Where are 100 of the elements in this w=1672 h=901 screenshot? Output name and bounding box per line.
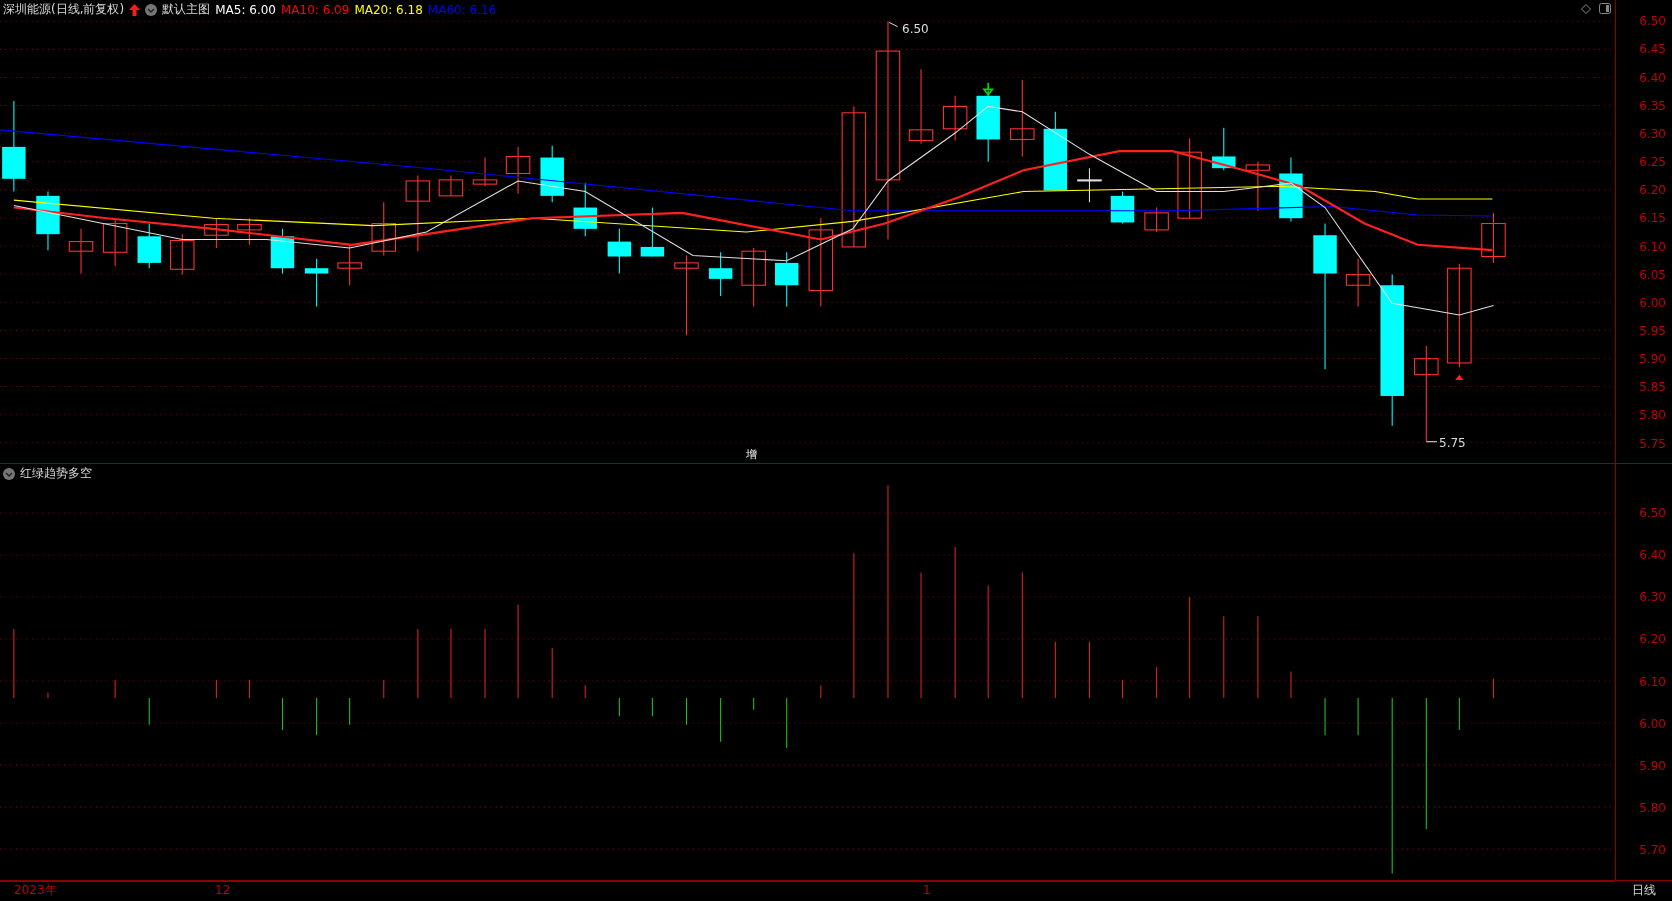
indicator-bar [215, 679, 217, 699]
candlestick [68, 228, 94, 275]
candlestick [438, 175, 464, 197]
date-label: 2023年 [14, 884, 57, 896]
candlestick [1212, 127, 1236, 171]
indicator-tick-label: 6.20 [1639, 633, 1666, 646]
candlestick [1279, 157, 1303, 222]
candlestick [36, 191, 60, 251]
up-arrow-icon [129, 3, 141, 16]
price-tick-label: 5.75 [1639, 437, 1666, 450]
candlestick [1077, 167, 1102, 203]
indicator-tick-label: 6.10 [1639, 675, 1666, 688]
candlestick [337, 244, 362, 286]
indicator-tick-label: 6.30 [1639, 591, 1666, 604]
date-label: 12 [215, 884, 231, 896]
indicator-bar [1492, 678, 1494, 699]
indicator-tick-label: 5.90 [1639, 759, 1666, 772]
date-label: 1 [923, 884, 931, 896]
moving-average-value: MA20: 6.18 [354, 2, 423, 17]
candlestick [1481, 212, 1506, 264]
price-tick-label: 6.30 [1639, 127, 1666, 140]
indicator-bar [786, 697, 788, 749]
candlestick [540, 145, 564, 203]
candlestick [137, 223, 161, 269]
candlestick [640, 207, 665, 258]
candlestick [204, 217, 229, 249]
candlestick [573, 182, 597, 237]
leader-line [1425, 441, 1438, 443]
indicator-bar [1156, 666, 1158, 699]
high-price-label: 6.50 [902, 23, 929, 35]
panel-toggle-icon[interactable] [1599, 3, 1611, 14]
moving-average-value: MA10: 6.09 [280, 2, 350, 17]
indicator-bar [281, 697, 283, 731]
indicator-name[interactable]: 红绿趋势多空 [20, 465, 92, 482]
price-tick-label: 6.25 [1639, 156, 1666, 169]
indicator-bar [686, 697, 688, 726]
indicator-bar [47, 692, 49, 699]
price-tick-label: 6.00 [1639, 296, 1666, 309]
indicator-bar [316, 697, 318, 736]
indicator-tick-label: 5.70 [1639, 844, 1666, 856]
candlestick [741, 247, 766, 308]
candlestick [775, 251, 799, 308]
indicator-bar [383, 679, 385, 699]
indicator-bar [417, 628, 419, 699]
dropdown-icon[interactable] [3, 467, 15, 480]
candlestick [607, 228, 632, 275]
price-tick-label: 6.45 [1639, 43, 1666, 56]
indicator-bar [1121, 679, 1124, 699]
indicator-tick-label: 6.40 [1639, 549, 1666, 562]
candlestick [304, 258, 329, 308]
indicator-bar [584, 684, 586, 699]
indicator-tick-label: 6.50 [1639, 507, 1666, 520]
indicator-tick-label: 6.00 [1639, 717, 1666, 730]
price-tick-label: 6.50 [1639, 15, 1666, 28]
indicator-bar [1054, 641, 1056, 699]
indicator-bar [450, 628, 452, 699]
price-tick-label: 5.90 [1639, 353, 1666, 366]
candlestick [472, 157, 498, 187]
price-tick-label: 6.15 [1639, 212, 1666, 225]
indicator-bar [114, 679, 116, 699]
indicator-bar [651, 697, 653, 717]
price-tick-label: 5.85 [1639, 381, 1666, 394]
dropdown-icon[interactable] [145, 3, 158, 16]
low-price-label: 5.75 [1439, 437, 1466, 449]
indicator-bar [484, 628, 486, 699]
indicator-bar [1324, 697, 1326, 736]
moving-average-value: MA60: 6.16 [427, 2, 497, 17]
candlestick [942, 95, 968, 142]
price-tick-label: 5.95 [1639, 324, 1666, 337]
indicator-bar [820, 684, 822, 699]
indicator-bar [1458, 697, 1460, 731]
template-label[interactable]: 默认主图 [162, 1, 211, 18]
indicator-bar [753, 697, 755, 711]
price-tick-label: 6.05 [1639, 268, 1666, 281]
indicator-bar [618, 697, 620, 717]
price-tick-label: 5.80 [1639, 409, 1666, 422]
candlestick [1245, 161, 1271, 212]
indicator-bar [148, 697, 150, 726]
candlestick [505, 146, 531, 195]
price-tick-label: 6.20 [1639, 184, 1666, 197]
candlestick [1144, 207, 1169, 233]
indicator-bar [1290, 670, 1292, 699]
period-label[interactable]: 日线 [1615, 882, 1672, 899]
candlestick [270, 228, 295, 275]
indicator-tick-label: 5.80 [1639, 801, 1666, 814]
stock-title: 深圳能源(日线,前复权) [3, 1, 125, 18]
indicator-bar [1088, 641, 1090, 699]
price-tick-label: 6.40 [1639, 71, 1666, 84]
candlestick [170, 233, 195, 276]
price-tick-label: 6.10 [1639, 240, 1666, 253]
leader-line [888, 21, 899, 28]
moving-average-value: MA5: 6.00 [215, 2, 276, 17]
candlestick [708, 251, 733, 297]
indicator-bar [248, 679, 250, 699]
candlestick [237, 217, 262, 246]
divider-marker[interactable]: 增 [746, 449, 757, 460]
candlestick [102, 217, 128, 267]
indicator-bar [1357, 697, 1359, 736]
candlestick [1345, 258, 1371, 308]
indicator-bar [349, 697, 351, 726]
